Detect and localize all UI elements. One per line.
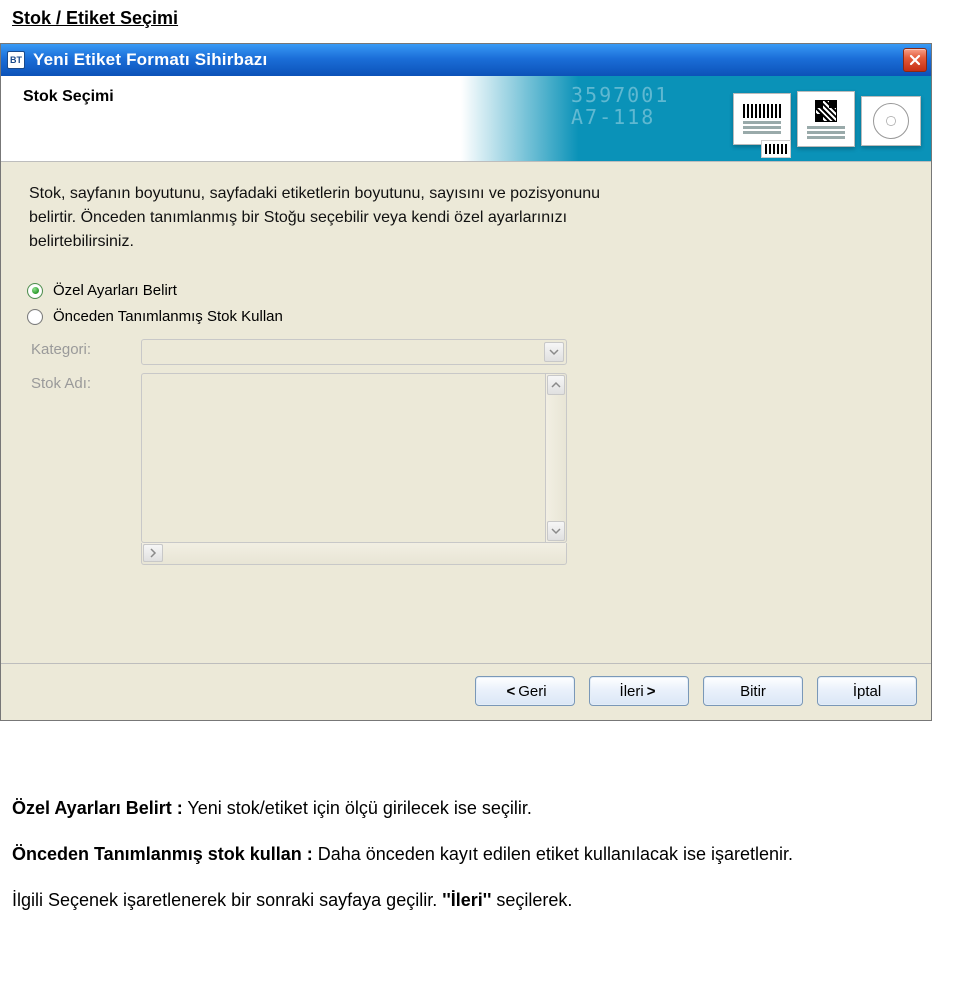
radio-predefined-label: Önceden Tanımlanmış Stok Kullan [53,308,283,325]
qr-icon [815,100,837,122]
barcode-thumb-small [761,140,791,158]
label-thumb-qr [797,91,855,147]
wizard-step-title: Stok Seçimi [23,88,114,106]
stock-options-group: Özel Ayarları Belirt Önceden Tanımlanmış… [27,282,903,565]
next-button-label: İleri [620,683,644,700]
chevron-right-icon [148,548,158,558]
chevron-down-icon [551,526,561,536]
cancel-button-label: İptal [853,683,881,700]
step-description: Stok, sayfanın boyutunu, sayfadaki etike… [29,182,649,254]
finish-button[interactable]: Bitir [703,676,803,706]
radio-selected-icon [27,283,43,299]
radio-unselected-icon [27,309,43,325]
note-part-b: seçilerek. [491,890,572,910]
chevron-right-icon: > [647,683,656,700]
stock-name-control [141,373,567,565]
category-combobox[interactable] [141,339,567,365]
wizard-dialog: BT Yeni Etiket Formatı Sihirbazı Stok Se… [0,43,932,721]
radio-custom-label: Özel Ayarları Belirt [53,282,177,299]
titlebar: BT Yeni Etiket Formatı Sihirbazı [1,44,931,76]
document-explanation: Özel Ayarları Belirt : Yeni stok/etiket … [0,721,948,953]
chevron-left-icon: < [506,683,515,700]
scroll-up-button[interactable] [547,375,565,395]
wizard-body: Stok, sayfanın boyutunu, sayfadaki etike… [1,162,931,573]
close-button[interactable] [903,48,927,72]
combo-dropdown-button[interactable] [544,342,564,362]
term-predefined: Önceden Tanımlanmış stok kullan : [12,844,313,864]
label-thumb-barcode [733,93,791,145]
header-graphic: 3597001 A7-118 [461,76,931,162]
app-icon: BT [7,51,25,69]
cancel-button[interactable]: İptal [817,676,917,706]
window-title: Yeni Etiket Formatı Sihirbazı [33,50,895,70]
wizard-header: Stok Seçimi 3597001 A7-118 [1,76,931,162]
wizard-button-bar: < Geri İleri > Bitir İptal [1,663,931,720]
header-ghost-text: 3597001 A7-118 [571,84,669,128]
note-part-a: İlgili Seçenek işaretlenerek bir sonraki… [12,890,442,910]
term-custom-desc: Yeni stok/etiket için ölçü girilecek ise… [183,798,532,818]
chevron-down-icon [549,347,559,357]
finish-button-label: Bitir [740,683,766,700]
label-thumb-cd [861,96,921,146]
back-button[interactable]: < Geri [475,676,575,706]
radio-predefined-stock[interactable]: Önceden Tanımlanmış Stok Kullan [27,308,903,325]
horizontal-scrollbar[interactable] [141,543,567,565]
page-heading: Stok / Etiket Seçimi [0,0,960,43]
scroll-right-button[interactable] [143,544,163,562]
chevron-up-icon [551,380,561,390]
body-spacer [1,573,931,663]
label-stock-name: Stok Adı: [31,373,131,392]
note-ileri: ''İleri'' [442,890,491,910]
close-icon [909,54,921,66]
label-category: Kategori: [31,339,131,358]
back-button-label: Geri [518,683,546,700]
cd-icon [873,103,909,139]
radio-custom-settings[interactable]: Özel Ayarları Belirt [27,282,903,299]
term-predefined-desc: Daha önceden kayıt edilen etiket kullanı… [313,844,793,864]
next-button[interactable]: İleri > [589,676,689,706]
stock-name-listbox[interactable] [141,373,545,543]
vertical-scrollbar[interactable] [545,373,567,543]
scroll-down-button[interactable] [547,521,565,541]
term-custom: Özel Ayarları Belirt : [12,798,183,818]
